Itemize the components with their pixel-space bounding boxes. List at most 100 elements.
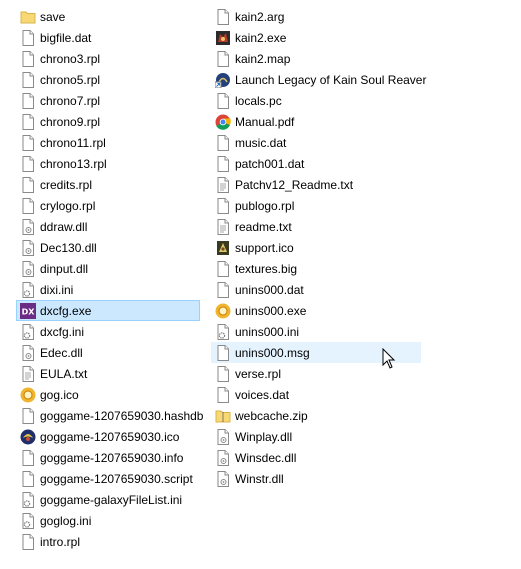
file-item-label: music.dat [235,135,287,150]
file-item-launch-legacy-of-kain-soul-reaver[interactable]: Launch Legacy of Kain Soul Reaver [211,69,426,90]
dll-icon [20,239,36,256]
file-icon [20,197,36,214]
file-item-dxcfg-exe[interactable]: DX dxcfg.exe [16,300,200,321]
file-item-manual-pdf[interactable]: Manual.pdf [211,111,421,132]
file-item-label: EULA.txt [40,366,88,381]
file-item-label: unins000.msg [235,345,310,360]
file-item-locals-pc[interactable]: locals.pc [211,90,421,111]
file-item-dec130-dll[interactable]: Dec130.dll [16,237,200,258]
file-icon [215,92,231,109]
file-item-chrono5-rpl[interactable]: chrono5.rpl [16,69,200,90]
file-item-dxcfg-ini[interactable]: dxcfg.ini [16,321,200,342]
file-icon [215,50,231,67]
file-item-label: Dec130.dll [40,240,97,255]
file-item-publogo-rpl[interactable]: publogo.rpl [211,195,421,216]
file-icon [20,92,36,109]
kain-game-icon [20,429,36,445]
file-item-unins000-exe[interactable]: unins000.exe [211,300,421,321]
mouse-cursor-icon [382,348,396,369]
file-item-crylogo-rpl[interactable]: crylogo.rpl [16,195,200,216]
file-item-label: chrono11.rpl [40,135,106,150]
file-item-winstr-dll[interactable]: Winstr.dll [211,468,421,489]
file-icon [20,155,36,172]
file-item-label: goggame-1207659030.hashdb [40,408,204,423]
file-item-gog-ico[interactable]: gog.ico [16,384,200,405]
folder-icon [20,9,36,25]
file-item-label: goggame-1207659030.script [40,471,193,486]
file-item-goggame-1207659030-ico[interactable]: goggame-1207659030.ico [16,426,200,447]
chrome-pdf-icon [215,114,231,130]
svg-text:DX: DX [22,307,36,316]
file-item-label: textures.big [235,261,298,276]
file-icon [215,134,231,151]
file-item-label: Winsdec.dll [235,450,297,465]
file-icon [20,407,36,424]
file-item-label: publogo.rpl [235,198,295,213]
file-item-label: dxcfg.exe [40,303,92,318]
file-item-chrono13-rpl[interactable]: chrono13.rpl [16,153,200,174]
file-icon [215,197,231,214]
file-icon [215,260,231,277]
file-item-bigfile-dat[interactable]: bigfile.dat [16,27,200,48]
file-item-music-dat[interactable]: music.dat [211,132,421,153]
file-item-label: goglog.ini [40,513,92,528]
file-item-kain2-arg[interactable]: kain2.arg [211,6,421,27]
file-item-unins000-ini[interactable]: unins000.ini [211,321,421,342]
file-item-label: kain2.exe [235,30,287,45]
text-file-icon [20,365,36,382]
gog-icon [20,387,36,403]
file-item-label: chrono3.rpl [40,51,101,66]
file-item-label: Patchv12_Readme.txt [235,177,354,192]
file-item-eula-txt[interactable]: EULA.txt [16,363,200,384]
file-item-edec-dll[interactable]: Edec.dll [16,342,200,363]
file-item-readme-txt[interactable]: readme.txt [211,216,421,237]
file-list-column-2: kain2.arg kain2.exe kain2.map Launch Legacy… [211,6,426,489]
file-item-textures-big[interactable]: textures.big [211,258,421,279]
file-icon [20,449,36,466]
file-item-chrono9-rpl[interactable]: chrono9.rpl [16,111,200,132]
file-item-label: Launch Legacy of Kain Soul Reaver [235,72,427,87]
file-item-goggame-1207659030-info[interactable]: goggame-1207659030.info [16,447,200,468]
file-item-dixi-ini[interactable]: dixi.ini [16,279,200,300]
settings-file-icon [20,281,36,298]
file-item-save[interactable]: save [16,6,200,27]
file-item-ddraw-dll[interactable]: ddraw.dll [16,216,200,237]
file-item-goggame-1207659030-script[interactable]: goggame-1207659030.script [16,468,200,489]
settings-file-icon [20,512,36,529]
file-item-chrono3-rpl[interactable]: chrono3.rpl [16,48,200,69]
file-item-winsdec-dll[interactable]: Winsdec.dll [211,447,421,468]
file-item-kain2-map[interactable]: kain2.map [211,48,421,69]
file-item-label: save [40,9,66,24]
file-item-webcache-zip[interactable]: webcache.zip [211,405,421,426]
file-item-goggame-galaxyfilelist-ini[interactable]: goggame-galaxyFileList.ini [16,489,200,510]
file-icon [20,71,36,88]
file-item-support-ico[interactable]: support.ico [211,237,421,258]
file-item-chrono11-rpl[interactable]: chrono11.rpl [16,132,200,153]
file-item-label: Edec.dll [40,345,83,360]
support-icon [215,240,231,256]
file-item-patch001-dat[interactable]: patch001.dat [211,153,421,174]
file-item-goggame-1207659030-hashdb[interactable]: goggame-1207659030.hashdb [16,405,204,426]
dx-exe-icon: DX [20,302,36,319]
file-item-credits-rpl[interactable]: credits.rpl [16,174,200,195]
file-icon [20,29,36,46]
file-icon [20,176,36,193]
shortcut-icon [214,72,231,88]
file-item-label: ddraw.dll [40,219,88,234]
file-icon [215,8,231,25]
file-item-goglog-ini[interactable]: goglog.ini [16,510,200,531]
file-icon [215,281,231,298]
settings-file-icon [215,323,231,340]
dll-icon [20,344,36,361]
file-item-chrono7-rpl[interactable]: chrono7.rpl [16,90,200,111]
file-item-intro-rpl[interactable]: intro.rpl [16,531,200,552]
file-item-patchv12-readme-txt[interactable]: Patchv12_Readme.txt [211,174,421,195]
file-item-unins000-dat[interactable]: unins000.dat [211,279,421,300]
file-item-dinput-dll[interactable]: dinput.dll [16,258,200,279]
dll-icon [215,470,231,487]
dll-icon [20,218,36,235]
file-item-kain2-exe[interactable]: kain2.exe [211,27,421,48]
file-item-winplay-dll[interactable]: Winplay.dll [211,426,421,447]
file-item-voices-dat[interactable]: voices.dat [211,384,421,405]
file-item-label: goggame-galaxyFileList.ini [40,492,183,507]
